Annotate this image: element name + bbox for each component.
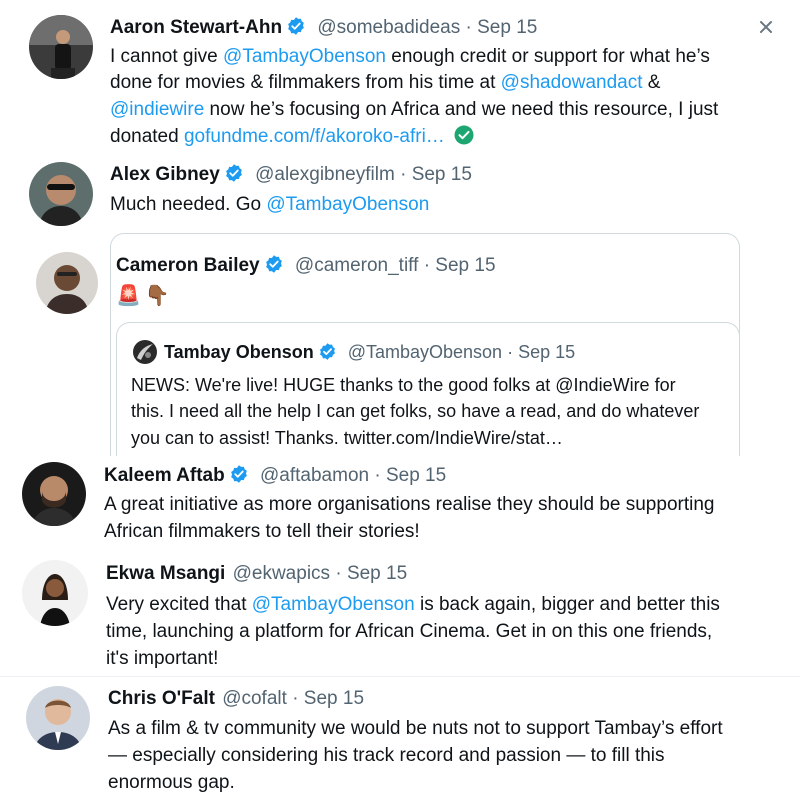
text: Much needed. Go (110, 194, 267, 215)
separator-dot: · (292, 688, 299, 709)
avatar[interactable] (22, 560, 88, 626)
author-handle[interactable]: @cameron_tiff (295, 255, 419, 276)
text: donated (110, 126, 184, 147)
pointing-down-emoji: 👇🏾 (144, 283, 170, 307)
tweet-text-line: As a film & tv community we would be nut… (108, 718, 723, 739)
text: enough credit or support for what he’s (385, 46, 710, 67)
tweet-date[interactable]: Sep 15 (347, 563, 407, 584)
author-name[interactable]: Aaron Stewart-Ahn (110, 17, 282, 38)
author-name[interactable]: Kaleem Aftab (104, 465, 225, 486)
tweet-date[interactable]: Sep 15 (477, 17, 537, 38)
avatar[interactable] (29, 162, 93, 226)
author-name[interactable]: Alex Gibney (110, 164, 220, 185)
tweet-text-line: — especially considering his track recor… (108, 745, 665, 766)
tweet-date[interactable]: Sep 15 (412, 164, 472, 185)
avatar[interactable] (133, 340, 157, 364)
quoted-author-handle[interactable]: @TambayObenson (348, 342, 502, 362)
close-icon[interactable] (757, 18, 775, 36)
tweet-text-line: A great initiative as more organisations… (104, 494, 715, 515)
author-handle[interactable]: @aftabamon (260, 465, 369, 486)
text: & (642, 72, 661, 93)
tweet-header: Aaron Stewart-Ahn @somebadideas · Sep 15 (110, 16, 537, 40)
author-handle[interactable]: @cofalt (222, 688, 287, 709)
tweet-date[interactable]: Sep 15 (386, 465, 446, 486)
separator-dot: · (507, 342, 514, 362)
tweet-emoji-line: 🚨 👇🏾 (116, 282, 170, 308)
tweet-cameron: Cameron Bailey @cameron_tiff · Sep 15 🚨 👇… (0, 230, 800, 464)
text: is back again, bigger and better this (414, 594, 720, 615)
separator-dot: · (400, 164, 407, 185)
tweet-header: Alex Gibney @alexgibneyfilm · Sep 15 (110, 163, 472, 187)
separator-dot: · (335, 563, 342, 584)
tweet-text-line: donated gofundme.com/f/akoroko-afri… (110, 124, 474, 150)
verified-badge-icon (318, 342, 337, 361)
tweet-kaleem: Kaleem Aftab @aftabamon · Sep 15 A great… (0, 456, 800, 546)
text: I cannot give (110, 46, 224, 67)
tweet-date[interactable]: Sep 15 (304, 688, 364, 709)
author-name[interactable]: Chris O'Falt (108, 688, 215, 709)
tweet-header: Cameron Bailey @cameron_tiff · Sep 15 (116, 254, 496, 278)
check-circle-icon (454, 125, 474, 145)
avatar[interactable] (29, 15, 93, 79)
text: now he’s focusing on Africa and we need … (204, 99, 719, 120)
tweet-text-line: enormous gap. (108, 772, 235, 793)
quoted-tweet-header: Tambay Obenson @TambayObenson · Sep 15 (164, 341, 575, 364)
tweet-header: Kaleem Aftab @aftabamon · Sep 15 (104, 464, 446, 488)
divider (0, 676, 800, 677)
mention-link[interactable]: @TambayObenson (266, 194, 429, 215)
mention-link[interactable]: @TambayObenson (252, 594, 415, 615)
tweet-text-line: time, launching a platform for African C… (106, 621, 713, 642)
author-handle[interactable]: @ekwapics (233, 563, 330, 584)
tweet-aaron: Aaron Stewart-Ahn @somebadideas · Sep 15… (0, 0, 800, 158)
tweet-text-line: done for movies & filmmakers from his ti… (110, 70, 660, 96)
verified-badge-icon (286, 16, 306, 36)
verified-badge-icon (224, 163, 244, 183)
quoted-author-name[interactable]: Tambay Obenson (164, 342, 314, 362)
author-handle[interactable]: @somebadideas (317, 17, 460, 38)
mention-link[interactable]: @indiewire (110, 99, 204, 120)
tweet-text-line: @indiewire now he’s focusing on Africa a… (110, 97, 718, 123)
tweet-alex: Alex Gibney @alexgibneyfilm · Sep 15 Muc… (0, 158, 800, 230)
separator-dot: · (423, 255, 431, 276)
verified-badge-icon (264, 254, 284, 274)
url-link[interactable]: gofundme.com/f/akoroko-afri… (184, 126, 445, 147)
separator-dot: · (374, 465, 381, 486)
author-name[interactable]: Ekwa Msangi (106, 563, 225, 584)
text: Very excited that (106, 594, 252, 615)
quoted-text-line: this. I need all the help I can get folk… (131, 401, 700, 421)
tweet-header: Chris O'Falt @cofalt · Sep 15 (108, 687, 364, 711)
avatar[interactable] (36, 252, 98, 314)
text: done for movies & filmmakers from his ti… (110, 72, 501, 93)
avatar[interactable] (26, 686, 90, 750)
tweet-text-line: it's important! (106, 648, 219, 669)
verified-badge-icon (229, 464, 249, 484)
tweet-text-line: African filmmakers to tell their stories… (104, 521, 420, 542)
tweet-text-line: Much needed. Go @TambayObenson (110, 192, 429, 218)
tweet-header: Ekwa Msangi @ekwapics · Sep 15 (106, 562, 407, 586)
author-name[interactable]: Cameron Bailey (116, 255, 260, 276)
tweet-text-line: Very excited that @TambayObenson is back… (106, 592, 720, 618)
avatar[interactable] (22, 462, 86, 526)
tweet-date[interactable]: Sep 15 (435, 255, 495, 276)
quoted-tweet-date[interactable]: Sep 15 (518, 342, 575, 362)
separator-dot: · (465, 17, 472, 38)
quoted-text-line: you can to assist! Thanks. twitter.com/I… (131, 428, 563, 448)
tweet-ekwa: Ekwa Msangi @ekwapics · Sep 15 Very exci… (0, 550, 800, 674)
tweet-chris: Chris O'Falt @cofalt · Sep 15 As a film … (0, 676, 800, 807)
tweet-text-line: I cannot give @TambayObenson enough cred… (110, 44, 710, 70)
quoted-text-line: NEWS: We're live! HUGE thanks to the goo… (131, 375, 676, 395)
siren-emoji: 🚨 (116, 283, 141, 307)
mention-link[interactable]: @shadowandact (501, 72, 643, 93)
author-handle[interactable]: @alexgibneyfilm (255, 164, 395, 185)
mention-link[interactable]: @TambayObenson (223, 46, 386, 67)
